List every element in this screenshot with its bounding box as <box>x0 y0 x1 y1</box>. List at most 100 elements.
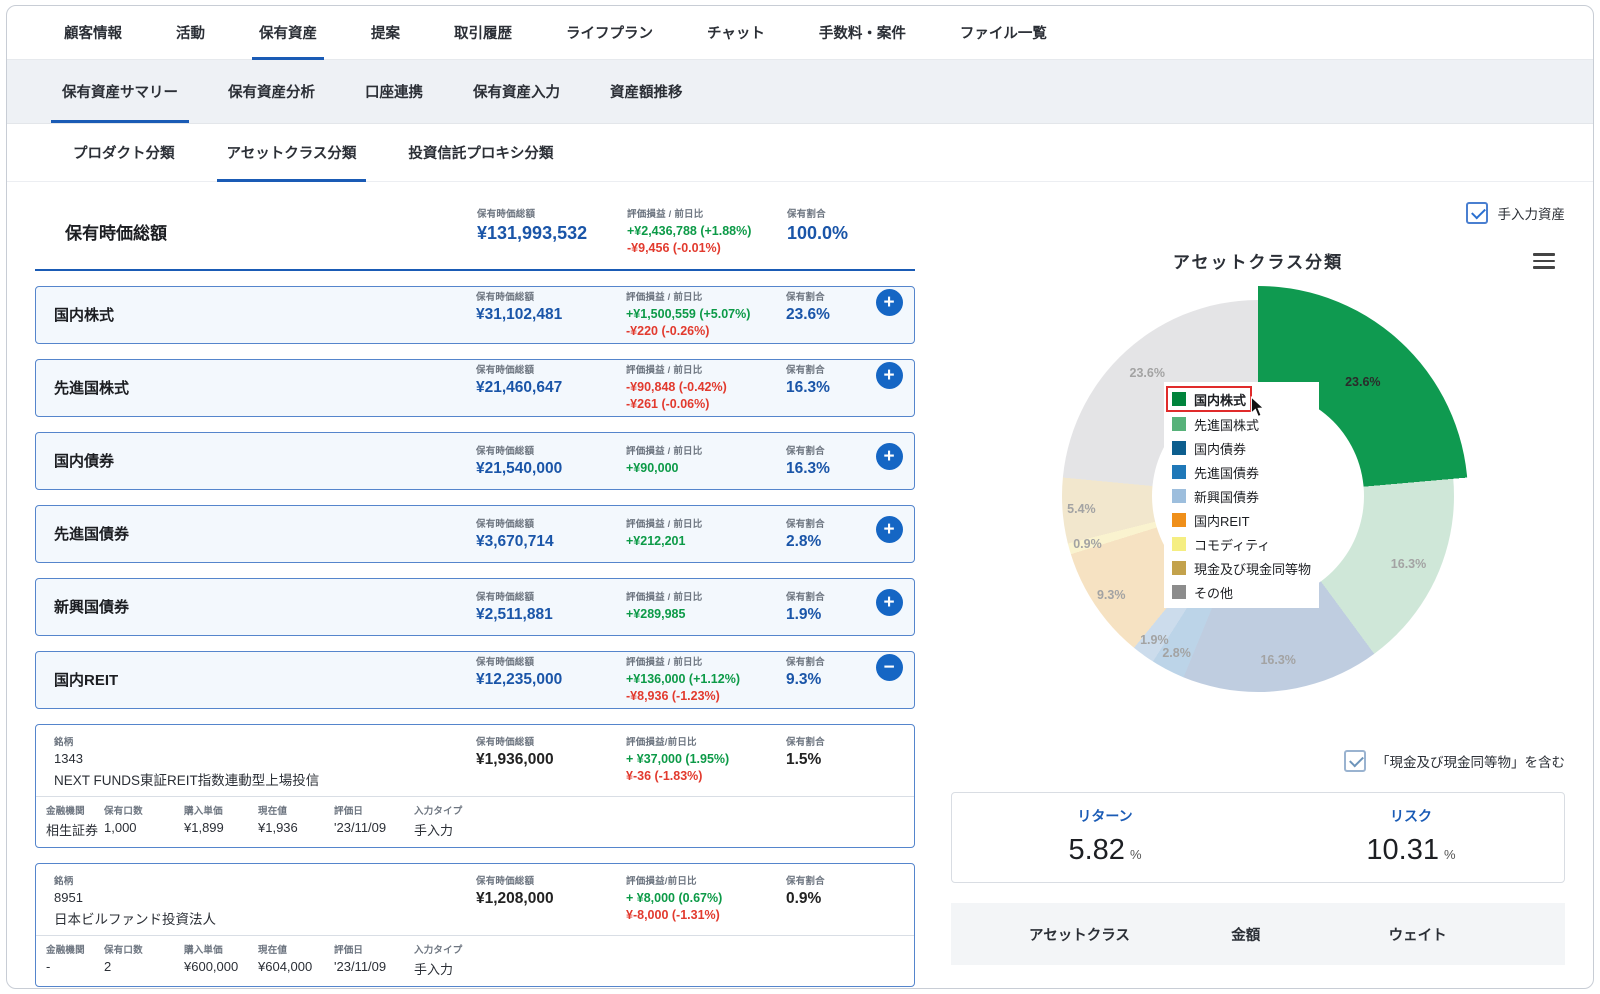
col-weight: ウェイト <box>1388 927 1447 944</box>
asset-value: ¥21,540,000 <box>476 460 563 478</box>
classtab-product[interactable]: プロダクト分類 <box>47 124 201 181</box>
legend-swatch <box>1172 513 1186 527</box>
holding-value: ¥1,936,000 <box>476 750 554 768</box>
tab-chat[interactable]: チャット <box>680 6 792 59</box>
holding-detail-card: 銘柄 1343 NEXT FUNDS東証REIT指数連動型上場投信 保有時価総額… <box>35 723 915 848</box>
pl-label: 評価損益 / 前日比 <box>626 519 703 531</box>
col-asset-class: アセットクラス <box>1029 927 1130 944</box>
pl-label: 評価損益/前日比 <box>626 875 697 887</box>
holdings-list-panel: 保有時価総額 保有時価総額 ¥131,993,532 評価損益 / 前日比 +¥… <box>35 200 915 987</box>
expand-button[interactable]: + <box>875 443 903 471</box>
expand-button[interactable]: + <box>875 289 903 317</box>
units-value: 1,000 <box>104 819 137 835</box>
subtab-holdings-input[interactable]: 保有資産入力 <box>448 60 585 123</box>
input-type-label: 入力タイプ <box>414 944 463 956</box>
current-price-label: 現在値 <box>258 805 288 817</box>
market-value-label: 保有時価総額 <box>476 592 535 604</box>
collapse-button[interactable]: − <box>875 654 903 682</box>
market-value-label: 保有時価総額 <box>476 657 535 669</box>
asset-class-table-header: アセットクラス 金額 ウェイト <box>951 903 1565 965</box>
legend-item-developed-equity[interactable]: 先進国株式 <box>1172 412 1311 436</box>
risk-value: 10.31% <box>1366 834 1456 866</box>
asset-row-domestic-bond: 国内債券 保有時価総額 ¥21,540,000 評価損益 / 前日比 +¥90,00… <box>35 431 915 490</box>
asset-name: 国内株式 <box>54 307 115 325</box>
include-cash-checkbox[interactable] <box>1344 750 1366 772</box>
asset-ratio: 16.3% <box>786 460 830 478</box>
main-content: 保有時価総額 保有時価総額 ¥131,993,532 評価損益 / 前日比 +¥… <box>7 182 1593 987</box>
legend-label: コモディティ <box>1194 537 1271 553</box>
asset-value: ¥2,511,881 <box>476 606 553 624</box>
risk-label: リスク <box>1390 808 1432 824</box>
expand-button[interactable]: + <box>875 589 903 617</box>
ratio-label: 保有割合 <box>786 292 825 304</box>
tab-file-list[interactable]: ファイル一覧 <box>933 6 1074 59</box>
total-summary-row: 保有時価総額 保有時価総額 ¥131,993,532 評価損益 / 前日比 +¥… <box>35 200 915 271</box>
legend-item-cash[interactable]: 現金及び現金同等物 <box>1172 556 1311 580</box>
chart-menu-icon[interactable] <box>1533 249 1555 273</box>
market-value-label: 保有時価総額 <box>476 519 535 531</box>
holdings-subnav: 保有資産サマリー 保有資産分析 口座連携 保有資産入力 資産額推移 <box>7 60 1593 124</box>
tab-customer-info[interactable]: 顧客情報 <box>37 6 149 59</box>
legend-item-domestic-bond[interactable]: 国内債券 <box>1172 436 1311 460</box>
classtab-asset-class[interactable]: アセットクラス分類 <box>201 124 383 182</box>
manual-assets-label: 手入力資産 <box>1497 207 1566 222</box>
legend-swatch <box>1172 561 1186 575</box>
total-market-value: ¥131,993,532 <box>477 223 588 243</box>
ratio-label: 保有割合 <box>786 446 825 458</box>
asset-ratio: 23.6% <box>786 306 830 324</box>
legend-label: 国内株式 <box>1194 392 1247 408</box>
asset-pl-1: +¥136,000 (+1.12%) <box>626 672 740 687</box>
legend-swatch <box>1172 392 1186 406</box>
subtab-holdings-analysis[interactable]: 保有資産分析 <box>203 60 340 123</box>
asset-pl-1: +¥212,201 <box>626 534 686 549</box>
subtab-holdings-summary[interactable]: 保有資産サマリー <box>37 60 203 123</box>
asset-ratio: 16.3% <box>786 379 830 397</box>
pl-label: 評価損益 / 前日比 <box>627 209 704 220</box>
legend-item-commodity[interactable]: コモディティ <box>1172 532 1311 556</box>
ratio-label: 保有割合 <box>786 365 825 377</box>
legend-label: 現金及び現金同等物 <box>1194 561 1312 577</box>
risk-cell: リスク 10.31% <box>1258 806 1564 867</box>
asset-row-developed-equity: 先進国株式 保有時価総額 ¥21,460,647 評価損益 / 前日比 -¥90,8… <box>35 358 915 417</box>
valuation-date-label: 評価日 <box>334 805 364 817</box>
pl-label: 評価損益 / 前日比 <box>626 292 703 304</box>
asset-name: 新興国債券 <box>54 599 130 617</box>
legend-swatch <box>1172 537 1186 551</box>
legend-item-emerging-bond[interactable]: 新興国債券 <box>1172 484 1311 508</box>
subtab-account-link[interactable]: 口座連携 <box>340 60 448 123</box>
asset-pl-1: +¥90,000 <box>626 461 679 476</box>
purchase-price-value: ¥1,899 <box>184 819 224 835</box>
tab-life-plan[interactable]: ライフプラン <box>539 6 680 59</box>
holding-pl-2: ¥-8,000 (-1.31%) <box>626 907 720 922</box>
legend-item-domestic-equity[interactable]: 国内株式 <box>1166 386 1265 418</box>
tab-transaction-history[interactable]: 取引履歴 <box>427 6 539 59</box>
ratio-label: 保有割合 <box>787 209 826 220</box>
classification-nav: プロダクト分類 アセットクラス分類 投資信託プロキシ分類 <box>7 124 1593 182</box>
subtab-asset-trend[interactable]: 資産額推移 <box>585 60 708 123</box>
tab-fees-cases[interactable]: 手数料・案件 <box>792 6 933 59</box>
market-value-label: 保有時価総額 <box>476 446 535 458</box>
manual-assets-checkbox[interactable] <box>1465 202 1488 224</box>
tab-holdings[interactable]: 保有資産 <box>232 6 344 60</box>
legend-item-domestic-reit[interactable]: 国内REIT <box>1172 508 1311 532</box>
legend-item-developed-bond[interactable]: 先進国債券 <box>1172 460 1311 484</box>
legend-item-other[interactable]: その他 <box>1172 580 1311 604</box>
total-gain: +¥2,436,788 (+1.88%) <box>627 224 752 238</box>
classtab-fund-proxy[interactable]: 投資信託プロキシ分類 <box>382 124 579 181</box>
holding-ratio: 1.5% <box>786 750 822 768</box>
pl-label: 評価損益 / 前日比 <box>626 657 703 669</box>
include-cash-row: 「現金及び現金同等物」を含む <box>951 748 1565 774</box>
tab-activity[interactable]: 活動 <box>149 6 232 59</box>
tab-proposal[interactable]: 提案 <box>344 6 427 59</box>
ratio-label: 保有割合 <box>786 736 825 748</box>
institution-label: 金融機関 <box>46 944 85 956</box>
asset-pl-1: +¥289,985 <box>626 607 686 622</box>
include-cash-label: 「現金及び現金同等物」を含む <box>1376 755 1565 770</box>
expand-button[interactable]: + <box>875 516 903 544</box>
valuation-date-value: '23/11/09 <box>334 819 387 835</box>
purchase-price-label: 購入単価 <box>184 805 223 817</box>
market-value-label: 保有時価総額 <box>476 365 535 377</box>
legend-label: 国内債券 <box>1194 441 1247 457</box>
security-code: 8951 <box>54 889 83 905</box>
expand-button[interactable]: + <box>875 362 903 390</box>
